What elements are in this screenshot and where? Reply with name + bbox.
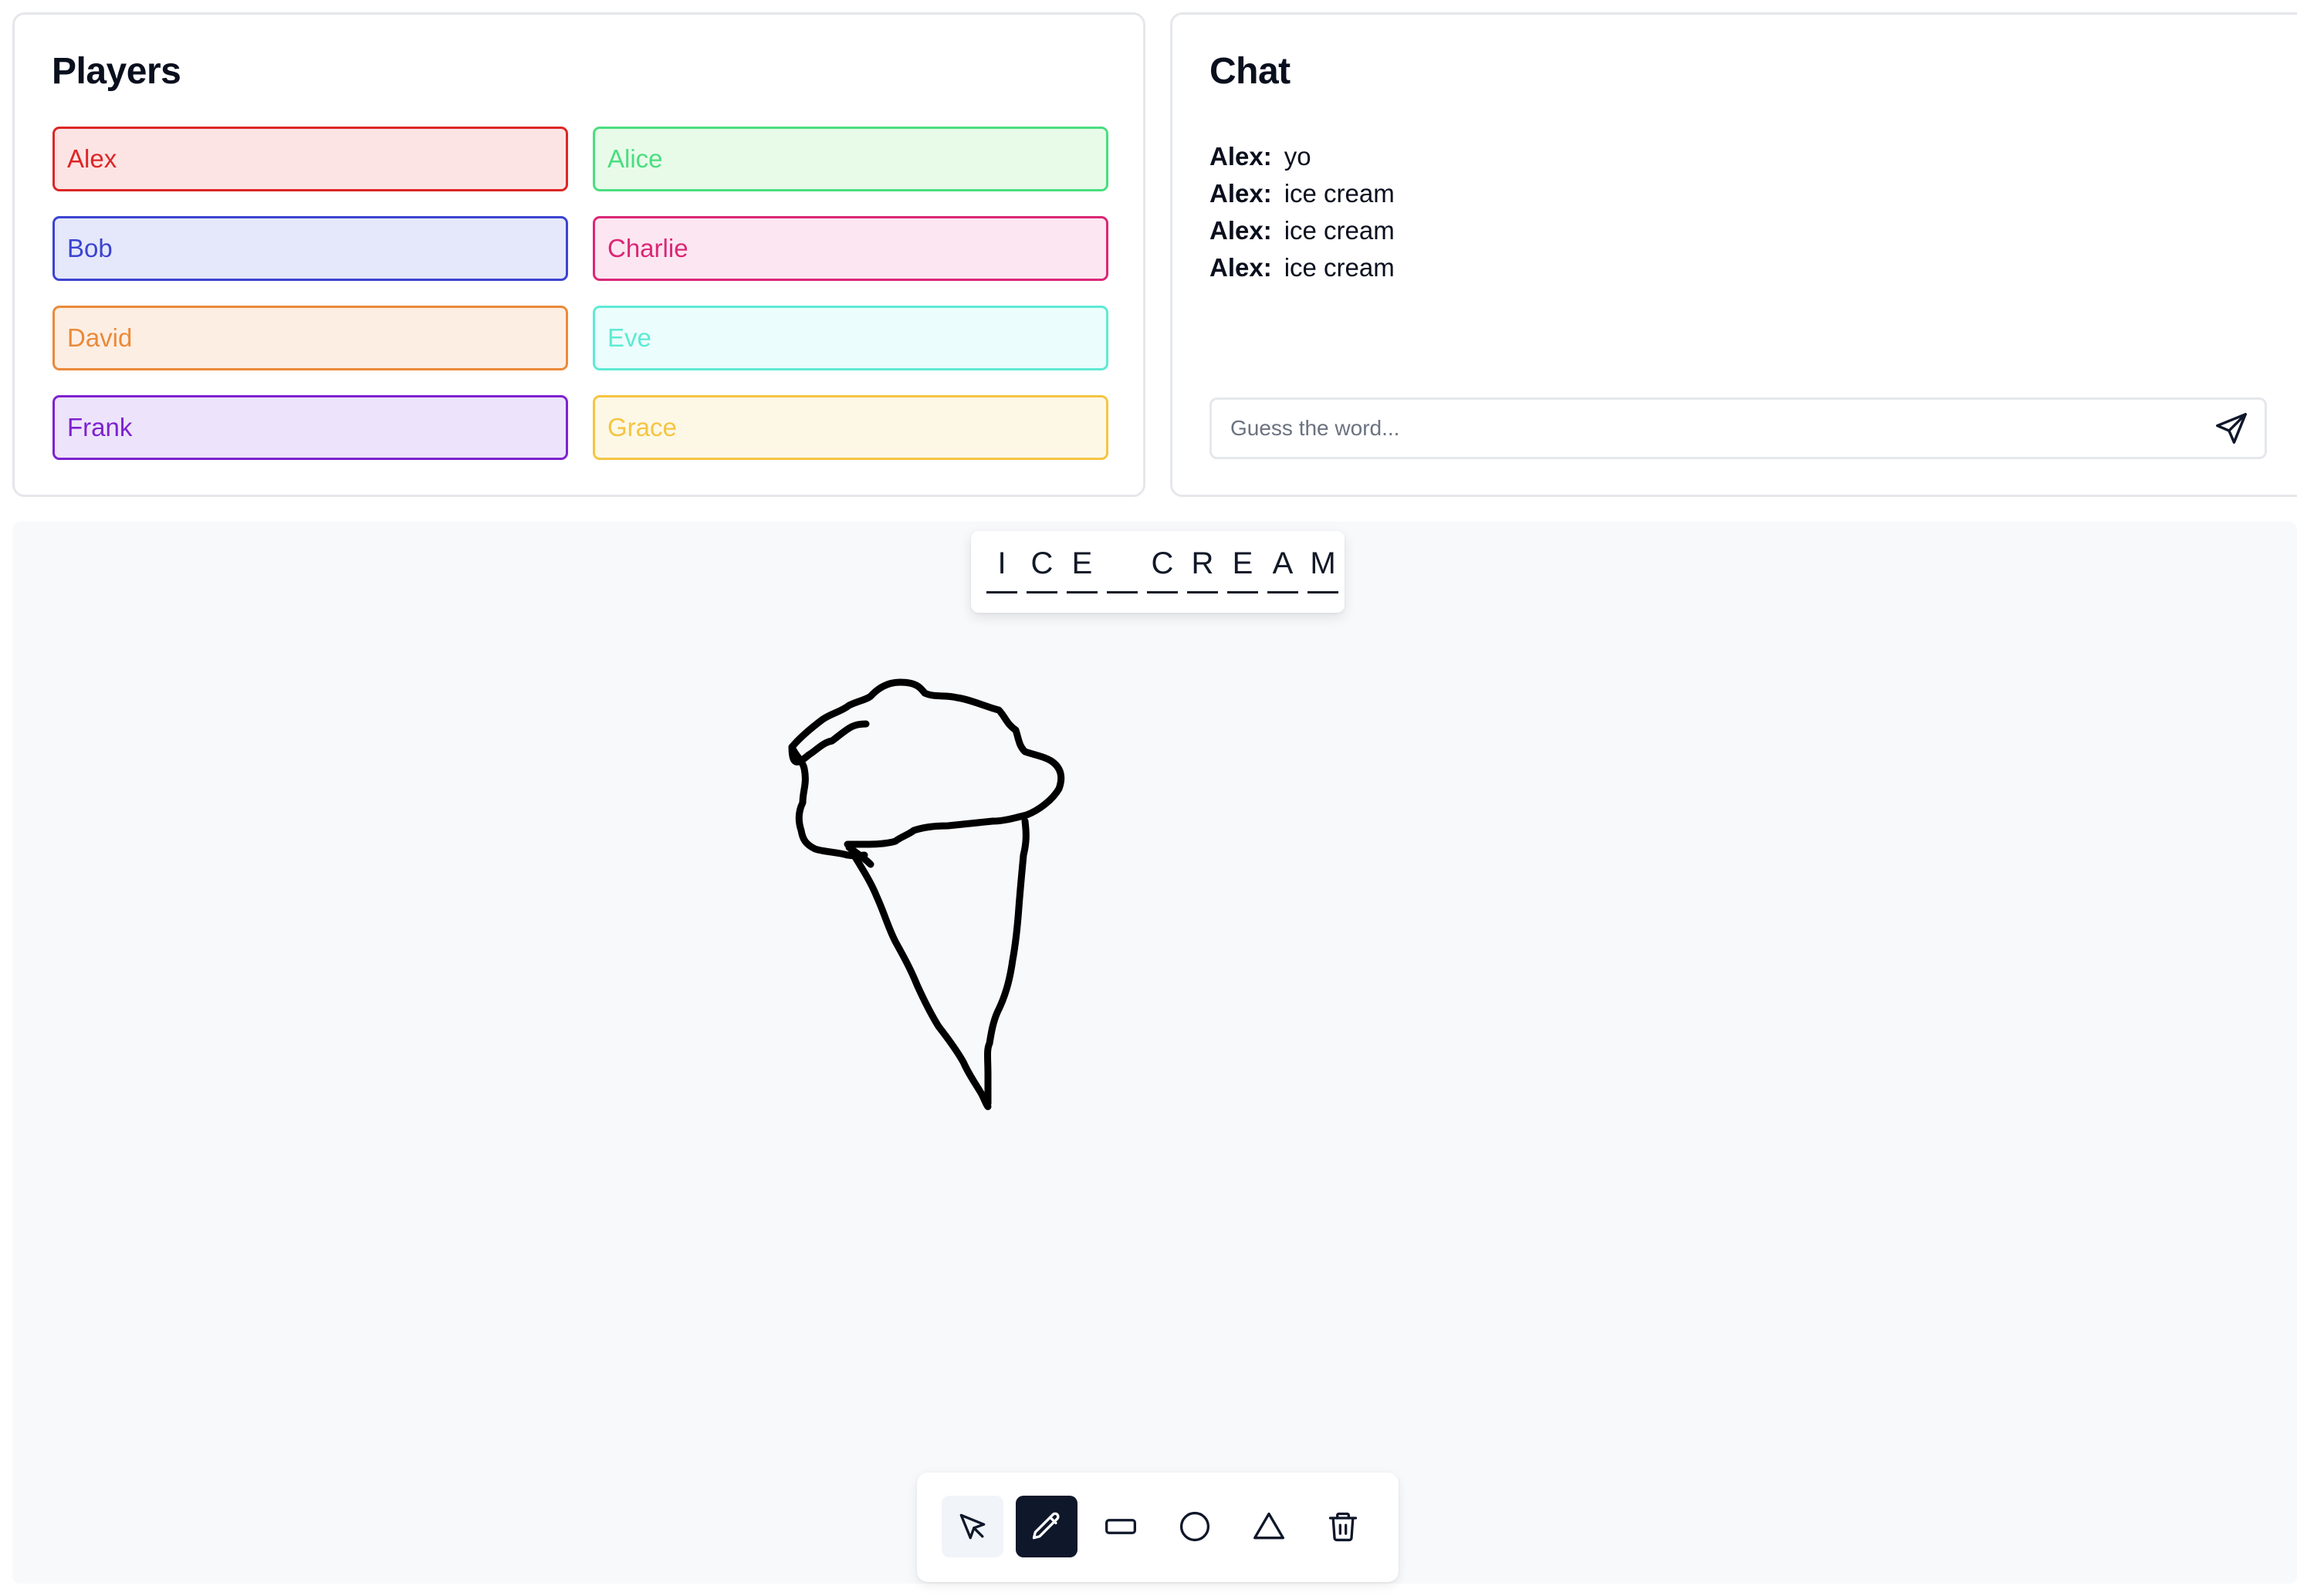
chat-message: Alex: ice cream	[1209, 175, 2213, 212]
chat-message-text: ice cream	[1284, 179, 1395, 208]
player-card-alice[interactable]: Alice	[593, 127, 1108, 191]
clear-canvas-button[interactable]	[1312, 1496, 1374, 1557]
drawing-toolbar	[917, 1473, 1399, 1582]
select-tool-button[interactable]	[942, 1496, 1003, 1557]
triangle-icon	[1253, 1512, 1284, 1540]
send-icon	[2216, 413, 2247, 444]
chat-message: Alex: ice cream	[1209, 249, 2213, 286]
pencil-icon	[1032, 1512, 1060, 1540]
cursor-icon	[959, 1513, 986, 1540]
hint-letter-space	[1102, 531, 1142, 608]
guess-field	[1209, 397, 2267, 459]
hint-letter: A	[1263, 531, 1303, 608]
send-button[interactable]	[2214, 411, 2249, 446]
word-hint: I C E C R E A M	[971, 531, 1345, 613]
players-panel: Players Alex Alice Bob Charlie David Eve…	[12, 12, 1145, 497]
chat-message-text: ice cream	[1284, 253, 1395, 282]
chat-message: Alex: ice cream	[1209, 212, 2213, 249]
hint-letter: I	[982, 531, 1022, 608]
triangle-tool-button[interactable]	[1238, 1496, 1300, 1557]
chat-message: Alex: yo	[1209, 138, 2213, 175]
chat-title: Chat	[1209, 51, 1291, 92]
player-card-eve[interactable]: Eve	[593, 306, 1108, 370]
players-title: Players	[52, 51, 181, 92]
chat-message-author: Alex:	[1209, 216, 1272, 245]
chat-message-text: ice cream	[1284, 216, 1395, 245]
chat-messages: Alex: yo Alex: ice cream Alex: ice cream Al…	[1209, 138, 2213, 286]
player-card-grace[interactable]: Grace	[593, 395, 1108, 460]
hint-letter: C	[1142, 531, 1182, 608]
ice-cream-drawing	[788, 678, 1065, 1111]
circle-icon	[1179, 1511, 1210, 1542]
hint-letter: C	[1022, 531, 1062, 608]
chat-message-text: yo	[1284, 142, 1311, 171]
hint-letter: E	[1062, 531, 1102, 608]
guess-input[interactable]	[1229, 400, 2155, 457]
chat-message-author: Alex:	[1209, 142, 1272, 171]
hint-letter: M	[1303, 531, 1343, 608]
circle-tool-button[interactable]	[1164, 1496, 1226, 1557]
player-card-bob[interactable]: Bob	[52, 216, 568, 281]
trash-icon	[1328, 1512, 1358, 1542]
rectangle-tool-button[interactable]	[1090, 1496, 1152, 1557]
chat-panel: Chat Alex: yo Alex: ice cream Alex: ice cre…	[1170, 12, 2297, 497]
player-card-frank[interactable]: Frank	[52, 395, 568, 460]
hint-letter: R	[1182, 531, 1223, 608]
drawing-canvas[interactable]	[12, 522, 2297, 1584]
player-card-alex[interactable]: Alex	[52, 127, 568, 191]
chat-message-author: Alex:	[1209, 253, 1272, 282]
player-card-charlie[interactable]: Charlie	[593, 216, 1108, 281]
chat-message-author: Alex:	[1209, 179, 1272, 208]
rectangle-icon	[1105, 1519, 1136, 1534]
pencil-tool-button[interactable]	[1016, 1496, 1077, 1557]
hint-letter: E	[1223, 531, 1263, 608]
player-card-david[interactable]: David	[52, 306, 568, 370]
